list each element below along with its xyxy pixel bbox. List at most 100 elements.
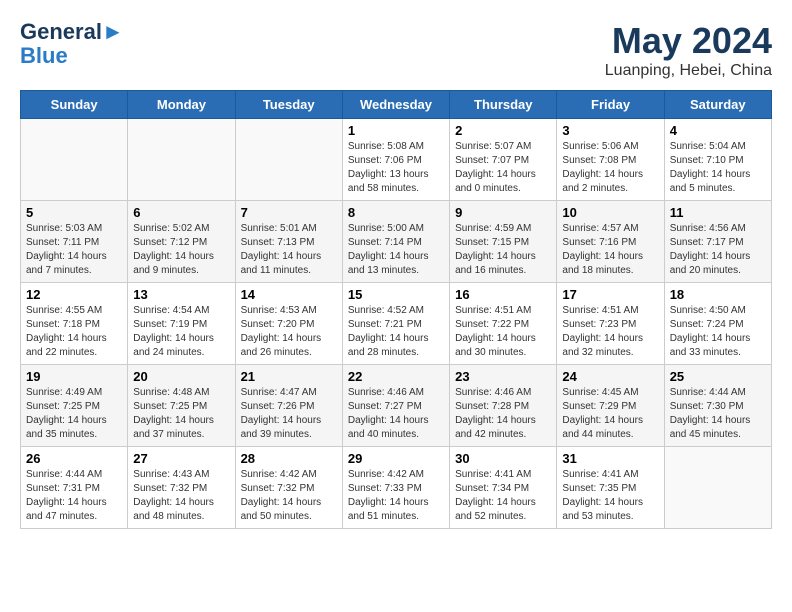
weekday-header-wednesday: Wednesday [342,91,449,119]
day-info: Sunrise: 5:02 AMSunset: 7:12 PMDaylight:… [133,222,229,278]
weekday-header-sunday: Sunday [21,91,128,119]
day-number: 14 [241,287,337,302]
day-number: 18 [670,287,766,302]
month-title: May 2024 [605,20,772,62]
day-info: Sunrise: 4:42 AMSunset: 7:33 PMDaylight:… [348,468,444,524]
location-subtitle: Luanping, Hebei, China [605,62,772,80]
day-number: 1 [348,123,444,138]
weekday-header-monday: Monday [128,91,235,119]
day-info: Sunrise: 5:07 AMSunset: 7:07 PMDaylight:… [455,140,551,196]
calendar-cell: 18 Sunrise: 4:50 AMSunset: 7:24 PMDayligh… [664,283,771,365]
day-info: Sunrise: 4:45 AMSunset: 7:29 PMDaylight:… [562,386,658,442]
day-number: 22 [348,369,444,384]
day-number: 11 [670,205,766,220]
day-info: Sunrise: 5:06 AMSunset: 7:08 PMDaylight:… [562,140,658,196]
day-number: 25 [670,369,766,384]
day-number: 9 [455,205,551,220]
day-info: Sunrise: 4:48 AMSunset: 7:25 PMDaylight:… [133,386,229,442]
calendar-cell: 7 Sunrise: 5:01 AMSunset: 7:13 PMDaylight… [235,201,342,283]
day-number: 31 [562,451,658,466]
day-number: 7 [241,205,337,220]
day-number: 23 [455,369,551,384]
weekday-header-friday: Friday [557,91,664,119]
calendar-cell: 15 Sunrise: 4:52 AMSunset: 7:21 PMDayligh… [342,283,449,365]
calendar-cell: 13 Sunrise: 4:54 AMSunset: 7:19 PMDayligh… [128,283,235,365]
day-info: Sunrise: 4:41 AMSunset: 7:35 PMDaylight:… [562,468,658,524]
day-info: Sunrise: 5:00 AMSunset: 7:14 PMDaylight:… [348,222,444,278]
calendar-cell: 28 Sunrise: 4:42 AMSunset: 7:32 PMDayligh… [235,447,342,529]
day-number: 29 [348,451,444,466]
day-info: Sunrise: 4:44 AMSunset: 7:31 PMDaylight:… [26,468,122,524]
day-info: Sunrise: 4:46 AMSunset: 7:28 PMDaylight:… [455,386,551,442]
day-number: 12 [26,287,122,302]
day-number: 5 [26,205,122,220]
day-number: 21 [241,369,337,384]
day-number: 30 [455,451,551,466]
calendar-cell: 16 Sunrise: 4:51 AMSunset: 7:22 PMDayligh… [450,283,557,365]
calendar-cell: 11 Sunrise: 4:56 AMSunset: 7:17 PMDayligh… [664,201,771,283]
calendar-cell [21,119,128,201]
day-number: 27 [133,451,229,466]
day-info: Sunrise: 4:41 AMSunset: 7:34 PMDaylight:… [455,468,551,524]
day-info: Sunrise: 4:46 AMSunset: 7:27 PMDaylight:… [348,386,444,442]
day-info: Sunrise: 4:49 AMSunset: 7:25 PMDaylight:… [26,386,122,442]
day-info: Sunrise: 5:04 AMSunset: 7:10 PMDaylight:… [670,140,766,196]
calendar-cell: 30 Sunrise: 4:41 AMSunset: 7:34 PMDayligh… [450,447,557,529]
day-info: Sunrise: 5:03 AMSunset: 7:11 PMDaylight:… [26,222,122,278]
calendar-cell: 22 Sunrise: 4:46 AMSunset: 7:27 PMDayligh… [342,365,449,447]
day-number: 26 [26,451,122,466]
day-number: 19 [26,369,122,384]
calendar-table: SundayMondayTuesdayWednesdayThursdayFrid… [20,90,772,529]
day-number: 13 [133,287,229,302]
day-number: 28 [241,451,337,466]
day-number: 4 [670,123,766,138]
day-info: Sunrise: 4:59 AMSunset: 7:15 PMDaylight:… [455,222,551,278]
day-number: 2 [455,123,551,138]
weekday-header-tuesday: Tuesday [235,91,342,119]
day-number: 10 [562,205,658,220]
day-number: 3 [562,123,658,138]
day-number: 24 [562,369,658,384]
day-info: Sunrise: 4:53 AMSunset: 7:20 PMDaylight:… [241,304,337,360]
calendar-cell: 26 Sunrise: 4:44 AMSunset: 7:31 PMDayligh… [21,447,128,529]
calendar-cell: 29 Sunrise: 4:42 AMSunset: 7:33 PMDayligh… [342,447,449,529]
day-number: 15 [348,287,444,302]
calendar-cell: 17 Sunrise: 4:51 AMSunset: 7:23 PMDayligh… [557,283,664,365]
calendar-cell: 21 Sunrise: 4:47 AMSunset: 7:26 PMDayligh… [235,365,342,447]
day-info: Sunrise: 4:47 AMSunset: 7:26 PMDaylight:… [241,386,337,442]
calendar-cell [128,119,235,201]
calendar-cell: 19 Sunrise: 4:49 AMSunset: 7:25 PMDayligh… [21,365,128,447]
calendar-cell: 24 Sunrise: 4:45 AMSunset: 7:29 PMDayligh… [557,365,664,447]
calendar-cell: 9 Sunrise: 4:59 AMSunset: 7:15 PMDaylight… [450,201,557,283]
calendar-cell: 2 Sunrise: 5:07 AMSunset: 7:07 PMDaylight… [450,119,557,201]
day-number: 17 [562,287,658,302]
calendar-cell: 8 Sunrise: 5:00 AMSunset: 7:14 PMDaylight… [342,201,449,283]
day-info: Sunrise: 4:57 AMSunset: 7:16 PMDaylight:… [562,222,658,278]
calendar-cell: 25 Sunrise: 4:44 AMSunset: 7:30 PMDayligh… [664,365,771,447]
day-info: Sunrise: 4:42 AMSunset: 7:32 PMDaylight:… [241,468,337,524]
day-info: Sunrise: 4:51 AMSunset: 7:23 PMDaylight:… [562,304,658,360]
calendar-cell: 6Sunrise: 5:02 AMSunset: 7:12 PMDaylight… [128,201,235,283]
day-number: 8 [348,205,444,220]
day-info: Sunrise: 4:56 AMSunset: 7:17 PMDaylight:… [670,222,766,278]
calendar-cell: 5 Sunrise: 5:03 AMSunset: 7:11 PMDaylight… [21,201,128,283]
calendar-cell: 12 Sunrise: 4:55 AMSunset: 7:18 PMDayligh… [21,283,128,365]
calendar-cell: 3 Sunrise: 5:06 AMSunset: 7:08 PMDaylight… [557,119,664,201]
calendar-cell: 4 Sunrise: 5:04 AMSunset: 7:10 PMDaylight… [664,119,771,201]
day-info: Sunrise: 4:50 AMSunset: 7:24 PMDaylight:… [670,304,766,360]
day-info: Sunrise: 4:55 AMSunset: 7:18 PMDaylight:… [26,304,122,360]
logo-text: General► Blue [20,20,124,68]
day-info: Sunrise: 4:44 AMSunset: 7:30 PMDaylight:… [670,386,766,442]
day-number: 16 [455,287,551,302]
day-info: Sunrise: 4:43 AMSunset: 7:32 PMDaylight:… [133,468,229,524]
calendar-cell: 20Sunrise: 4:48 AMSunset: 7:25 PMDayligh… [128,365,235,447]
title-block: May 2024 Luanping, Hebei, China [605,20,772,80]
calendar-cell [235,119,342,201]
day-info: Sunrise: 5:01 AMSunset: 7:13 PMDaylight:… [241,222,337,278]
calendar-cell: 14 Sunrise: 4:53 AMSunset: 7:20 PMDayligh… [235,283,342,365]
calendar-cell: 1Sunrise: 5:08 AMSunset: 7:06 PMDaylight… [342,119,449,201]
calendar-cell: 10 Sunrise: 4:57 AMSunset: 7:16 PMDayligh… [557,201,664,283]
day-info: Sunrise: 4:54 AMSunset: 7:19 PMDaylight:… [133,304,229,360]
day-info: Sunrise: 4:51 AMSunset: 7:22 PMDaylight:… [455,304,551,360]
day-info: Sunrise: 4:52 AMSunset: 7:21 PMDaylight:… [348,304,444,360]
